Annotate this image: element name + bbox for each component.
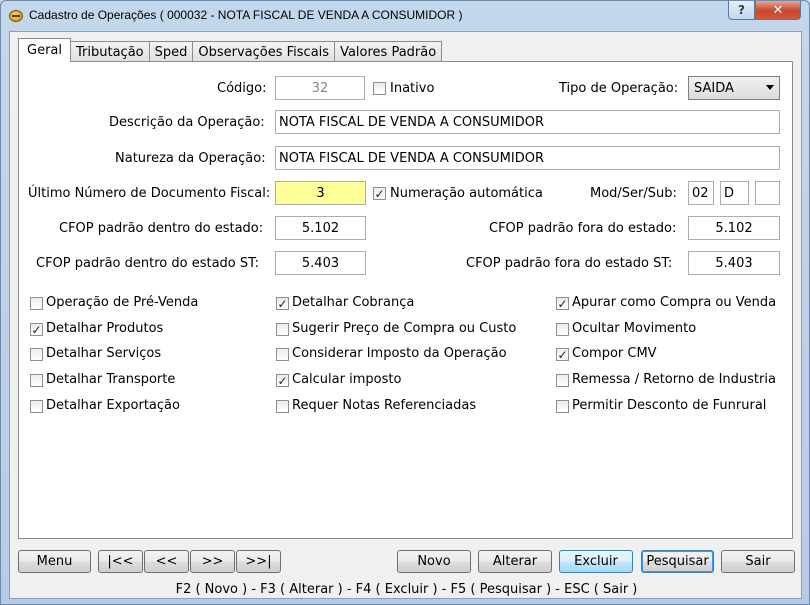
option-label: Compor CMV bbox=[572, 346, 657, 361]
inativo-checkbox[interactable] bbox=[373, 82, 386, 95]
option-checkbox[interactable] bbox=[30, 297, 43, 310]
option-label: Calcular imposto bbox=[292, 372, 402, 387]
chevron-down-icon bbox=[766, 85, 774, 90]
cfop-fora-field[interactable]: 5.102 bbox=[688, 216, 780, 240]
client-area: Geral Tributação Sped Observações Fiscai… bbox=[9, 31, 802, 599]
cfop-fora-st-label: CFOP padrão fora do estado ST: bbox=[466, 256, 673, 271]
sair-button[interactable]: Sair bbox=[721, 550, 795, 573]
option-checkbox[interactable] bbox=[30, 374, 43, 387]
option-checkbox[interactable] bbox=[556, 400, 569, 413]
cfop-dentro-label: CFOP padrão dentro do estado: bbox=[59, 221, 264, 236]
natureza-field[interactable]: NOTA FISCAL DE VENDA A CONSUMIDOR bbox=[275, 146, 780, 170]
excluir-button[interactable]: Excluir bbox=[559, 550, 633, 573]
option-checkbox[interactable] bbox=[276, 323, 289, 336]
ultimo-numero-field[interactable]: 3 bbox=[275, 181, 366, 205]
option-checkbox[interactable]: ✓ bbox=[556, 297, 569, 310]
option-label: Detalhar Transporte bbox=[46, 372, 176, 387]
tab-strip: Geral Tributação Sped Observações Fiscai… bbox=[18, 38, 443, 62]
codigo-label: Código: bbox=[217, 81, 267, 96]
tab-observacoes-fiscais[interactable]: Observações Fiscais bbox=[193, 41, 336, 62]
option-checkbox[interactable] bbox=[30, 348, 43, 361]
cfop-dentro-st-field[interactable]: 5.403 bbox=[275, 251, 366, 275]
codigo-field[interactable]: 32 bbox=[275, 76, 365, 100]
mod-field[interactable]: 02 bbox=[688, 181, 714, 205]
option-label: Permitir Desconto de Funrural bbox=[572, 398, 767, 413]
option-label: Detalhar Produtos bbox=[46, 321, 164, 336]
option-checkbox[interactable] bbox=[556, 374, 569, 387]
app-icon bbox=[9, 10, 23, 22]
close-button[interactable]: ✕ bbox=[755, 1, 801, 20]
option-checkbox[interactable]: ✓ bbox=[30, 323, 43, 336]
cfop-dentro-field[interactable]: 5.102 bbox=[275, 216, 366, 240]
option-label: Requer Notas Referenciadas bbox=[292, 398, 477, 413]
window-title: Cadastro de Operações ( 000032 - NOTA FI… bbox=[29, 8, 463, 22]
cfop-dentro-st-label: CFOP padrão dentro do estado ST: bbox=[36, 256, 260, 271]
option-label: Detalhar Exportação bbox=[46, 398, 180, 413]
option-checkbox[interactable] bbox=[30, 400, 43, 413]
tab-tributacao[interactable]: Tributação bbox=[71, 41, 150, 62]
title-bar[interactable]: Cadastro de Operações ( 000032 - NOTA FI… bbox=[1, 1, 809, 31]
ser-field[interactable]: D bbox=[720, 181, 749, 205]
option-checkbox[interactable]: ✓ bbox=[276, 374, 289, 387]
numeracao-automatica-label: Numeração automática bbox=[390, 186, 543, 201]
help-button[interactable]: ? bbox=[728, 1, 755, 20]
inativo-label: Inativo bbox=[390, 81, 435, 96]
option-checkbox[interactable] bbox=[276, 400, 289, 413]
next-record-button[interactable]: >> bbox=[190, 550, 235, 573]
pesquisar-button[interactable]: Pesquisar bbox=[641, 550, 714, 573]
option-label: Sugerir Preço de Compra ou Custo bbox=[292, 321, 517, 336]
cfop-fora-label: CFOP padrão fora do estado: bbox=[489, 221, 677, 236]
shortcut-hints: F2 ( Novo ) - F3 ( Alterar ) - F4 ( Excl… bbox=[175, 582, 638, 597]
prev-record-button[interactable]: << bbox=[144, 550, 189, 573]
sub-field[interactable] bbox=[755, 181, 780, 205]
option-label: Operação de Pré-Venda bbox=[46, 295, 199, 310]
descricao-label: Descrição da Operação: bbox=[109, 115, 265, 130]
option-label: Ocultar Movimento bbox=[572, 321, 697, 336]
tab-panel-geral: Código: 32 Inativo Tipo de Operação: SAI… bbox=[18, 61, 793, 539]
natureza-label: Natureza da Operação: bbox=[115, 151, 266, 166]
option-checkbox[interactable] bbox=[556, 323, 569, 336]
numeracao-automatica-checkbox[interactable]: ✓ bbox=[373, 187, 386, 200]
tab-valores-padrao[interactable]: Valores Padrão bbox=[335, 41, 443, 62]
descricao-field[interactable]: NOTA FISCAL DE VENDA A CONSUMIDOR bbox=[275, 110, 780, 134]
option-checkbox[interactable] bbox=[276, 348, 289, 361]
last-record-button[interactable]: >>| bbox=[236, 550, 281, 573]
menu-button[interactable]: Menu bbox=[18, 550, 91, 573]
option-checkbox[interactable]: ✓ bbox=[556, 348, 569, 361]
option-label: Remessa / Retorno de Industria bbox=[572, 372, 776, 387]
tipo-operacao-value: SAIDA bbox=[694, 80, 734, 96]
tipo-operacao-label: Tipo de Operação: bbox=[559, 81, 679, 96]
tipo-operacao-select[interactable]: SAIDA bbox=[688, 76, 780, 100]
main-window: Cadastro de Operações ( 000032 - NOTA FI… bbox=[0, 0, 810, 605]
mod-ser-sub-label: Mod/Ser/Sub: bbox=[590, 186, 677, 201]
option-label: Detalhar Cobrança bbox=[292, 295, 415, 310]
tab-sped[interactable]: Sped bbox=[149, 41, 194, 62]
novo-button[interactable]: Novo bbox=[397, 550, 471, 573]
option-label: Considerar Imposto da Operação bbox=[292, 346, 507, 361]
tab-geral[interactable]: Geral bbox=[18, 38, 71, 62]
option-label: Detalhar Serviços bbox=[46, 346, 162, 361]
option-label: Apurar como Compra ou Venda bbox=[572, 295, 777, 310]
ultimo-numero-label: Último Número de Documento Fiscal: bbox=[28, 186, 271, 201]
option-checkbox[interactable]: ✓ bbox=[276, 297, 289, 310]
alterar-button[interactable]: Alterar bbox=[478, 550, 552, 573]
first-record-button[interactable]: |<< bbox=[98, 550, 143, 573]
cfop-fora-st-field[interactable]: 5.403 bbox=[688, 251, 780, 275]
